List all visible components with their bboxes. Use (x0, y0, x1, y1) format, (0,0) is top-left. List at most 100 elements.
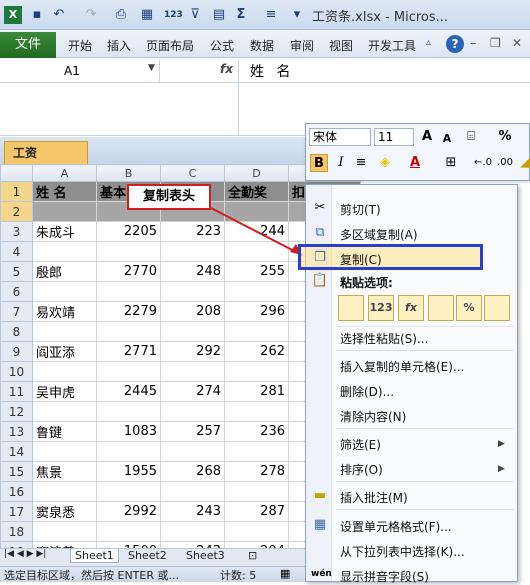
sheet-tab-3[interactable]: Sheet3 (186, 549, 225, 562)
grid-cell[interactable]: 2279 (96, 301, 161, 322)
menu-item-paste-special[interactable]: 选择性粘贴(S)... (340, 330, 428, 347)
grid-cell[interactable]: 274 (160, 381, 225, 402)
row-header[interactable]: 5 (0, 261, 33, 282)
filter-icon[interactable]: ⊽ (186, 6, 204, 24)
grid-cell[interactable] (32, 201, 97, 222)
grid-cell[interactable] (160, 481, 225, 502)
font-name-box[interactable]: 宋体 (309, 128, 371, 146)
menu-item-delete[interactable]: 删除(D)... (340, 383, 394, 400)
paste-values-button[interactable]: 123 (368, 295, 394, 321)
layout-icon[interactable]: ▦ (138, 6, 156, 24)
row-header[interactable]: 17 (0, 501, 33, 522)
grid-cell[interactable] (32, 361, 97, 382)
grid-cell[interactable] (224, 521, 289, 542)
normal-view-icon[interactable]: ▦ (280, 567, 290, 580)
menu-item-sort[interactable]: 排序(O) (340, 461, 383, 478)
grid-cell[interactable] (96, 481, 161, 502)
grid-cell[interactable] (224, 281, 289, 302)
tab-insert[interactable]: 插入 (107, 37, 131, 54)
tab-data[interactable]: 数据 (250, 37, 274, 54)
tab-review[interactable]: 审阅 (290, 37, 314, 54)
grid-cell[interactable]: 2205 (96, 221, 161, 242)
grid-cell[interactable]: 2771 (96, 341, 161, 362)
menu-item-pick-from-list[interactable]: 从下拉列表中选择(K)... (340, 543, 465, 560)
grid-cell[interactable] (224, 241, 289, 262)
window-minimize-icon[interactable]: – (470, 36, 477, 51)
grid-cell[interactable]: 287 (224, 501, 289, 522)
grid-cell[interactable] (96, 241, 161, 262)
undo-icon[interactable]: ↶ (50, 6, 68, 24)
grid-cell[interactable]: 223 (160, 221, 225, 242)
grid-cell[interactable] (32, 241, 97, 262)
grow-font-icon[interactable]: A (418, 128, 436, 146)
customize-quick-access-icon[interactable]: ▾ (288, 6, 306, 24)
tab-view[interactable]: 视图 (329, 37, 353, 54)
grid-cell[interactable]: 268 (160, 461, 225, 482)
row-header[interactable]: 1 (0, 181, 33, 202)
menu-item-clear[interactable]: 清除内容(N) (340, 408, 406, 425)
table-icon[interactable]: ▤ (210, 6, 228, 24)
grid-cell[interactable] (160, 281, 225, 302)
row-header[interactable]: 13 (0, 421, 33, 442)
row-header[interactable]: 16 (0, 481, 33, 502)
font-size-box[interactable]: 11 (374, 128, 414, 146)
italic-icon[interactable]: I (332, 154, 350, 172)
grid-cell[interactable]: 243 (160, 501, 225, 522)
grid-cell[interactable] (32, 441, 97, 462)
paste-transpose-button[interactable] (428, 295, 454, 321)
column-header[interactable]: A (32, 164, 97, 182)
grid-cell[interactable] (32, 281, 97, 302)
center-align-icon[interactable]: ≡ (352, 154, 370, 172)
grid-cell[interactable]: 248 (160, 261, 225, 282)
grid-cell[interactable] (224, 201, 289, 222)
new-sheet-icon[interactable]: ⊡ (248, 549, 257, 562)
grid-cell[interactable]: 1083 (96, 421, 161, 442)
eraser-icon[interactable]: ◢ (516, 154, 530, 172)
paste-formatting-button[interactable]: % (456, 295, 482, 321)
grid-cell[interactable]: 姓 名 (32, 181, 97, 202)
grid-cell[interactable]: 278 (224, 461, 289, 482)
bold-icon[interactable]: B (310, 154, 328, 172)
grid-cell[interactable] (224, 481, 289, 502)
grid-cell[interactable]: 236 (224, 421, 289, 442)
document-tab[interactable]: 工资条.xlsx✕ (4, 141, 88, 182)
grid-cell[interactable]: 阎亚添 (32, 341, 97, 362)
redo-icon[interactable]: ↷ (82, 6, 100, 24)
print-preview-icon[interactable]: ⎙ (112, 6, 130, 24)
number-format-icon[interactable]: 123 (164, 6, 183, 24)
grid-cell[interactable] (160, 241, 225, 262)
sum-icon[interactable]: Σ (232, 6, 250, 24)
insert-function-icon[interactable]: fx (220, 62, 233, 76)
row-header[interactable]: 4 (0, 241, 33, 262)
grid-cell[interactable]: 朱成斗 (32, 221, 97, 242)
grid-cell[interactable]: 2992 (96, 501, 161, 522)
save-icon[interactable]: ▪ (28, 6, 46, 24)
format-painter-icon[interactable]: ⌸ (462, 128, 480, 146)
grid-cell[interactable]: 殷郎 (32, 261, 97, 282)
grid-cell[interactable]: 鲁键 (32, 421, 97, 442)
sheet-tab-2[interactable]: Sheet2 (128, 549, 167, 562)
shrink-font-icon[interactable]: A (438, 130, 456, 148)
menu-item-multi-copy[interactable]: 多区域复制(A) (340, 226, 418, 243)
menu-item-phonetic[interactable]: 显示拼音字段(S) (340, 568, 429, 585)
menu-item-filter[interactable]: 筛选(E) (340, 436, 381, 453)
grid-cell[interactable]: 2770 (96, 261, 161, 282)
formula-input[interactable]: 姓 名 (250, 61, 294, 81)
menu-item-insert-comment[interactable]: 插入批注(M) (340, 489, 408, 506)
column-header[interactable]: D (224, 164, 289, 182)
column-header[interactable]: B (96, 164, 161, 182)
grid-cell[interactable]: 全勤奖 (224, 181, 289, 202)
row-header[interactable]: 11 (0, 381, 33, 402)
grid-cell[interactable] (160, 361, 225, 382)
grid-cell[interactable] (224, 361, 289, 382)
grid-cell[interactable] (32, 401, 97, 422)
tab-page-layout[interactable]: 页面布局 (146, 37, 194, 54)
column-header[interactable]: C (160, 164, 225, 182)
menu-item-cut[interactable]: 剪切(T) (340, 201, 381, 218)
grid-cell[interactable]: 窦泉悉 (32, 501, 97, 522)
name-box[interactable] (0, 60, 160, 82)
grid-cell[interactable] (96, 521, 161, 542)
sheet-nav-icon[interactable]: |◀ ◀ ▶ ▶| (4, 549, 46, 559)
sheet-tab-1[interactable]: Sheet1 (70, 549, 119, 563)
minimize-ribbon-icon[interactable]: ▵ (426, 37, 431, 48)
